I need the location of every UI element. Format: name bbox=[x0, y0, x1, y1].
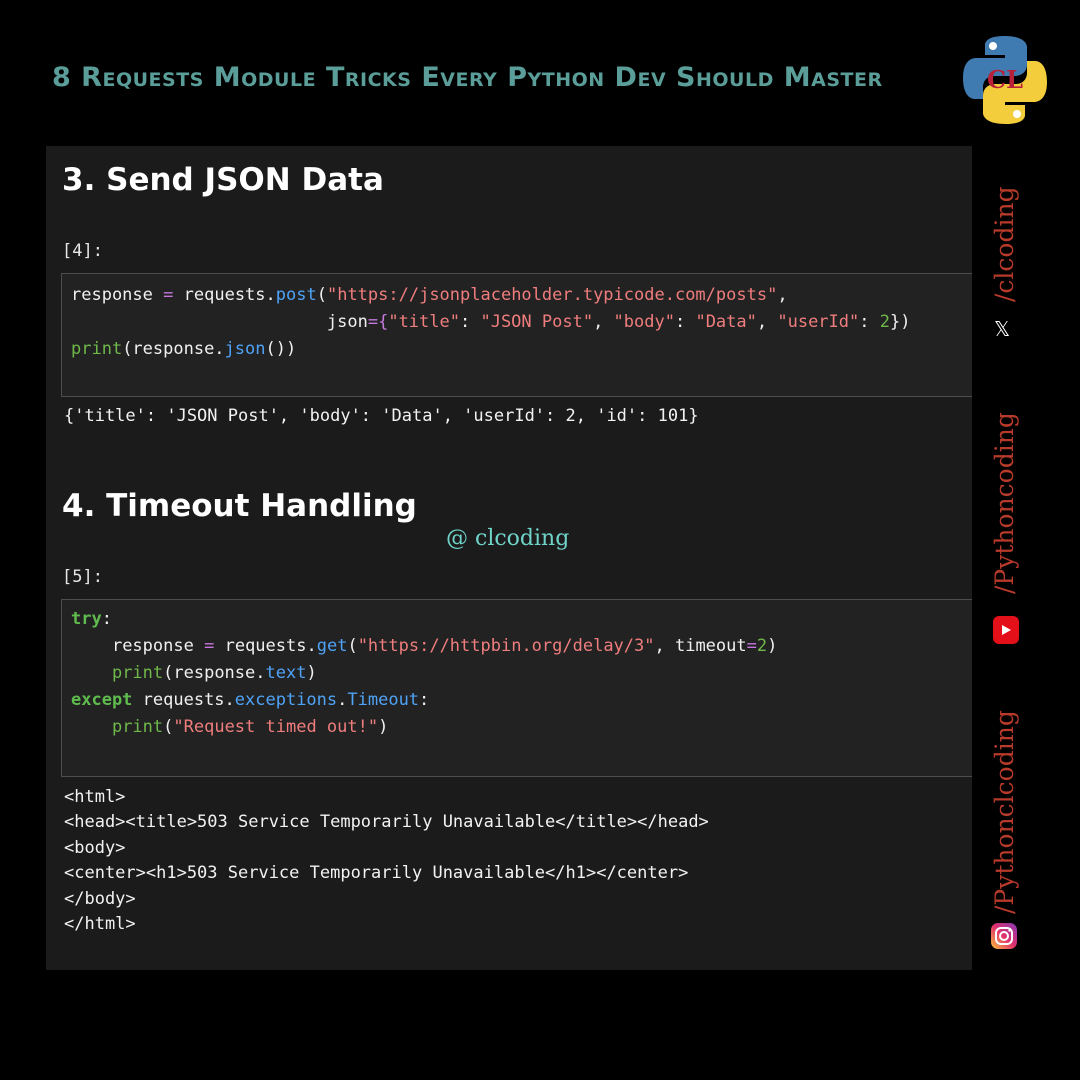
side-handle-x: /clcoding bbox=[990, 186, 1019, 302]
cell-prompt-4: [4]: bbox=[62, 241, 103, 261]
output-line: <center><h1>503 Service Temporarily Unav… bbox=[64, 863, 689, 883]
code-line: print(response.json()) bbox=[71, 339, 297, 359]
code-line: try: bbox=[71, 609, 112, 629]
watermark: @ clcoding bbox=[446, 526, 570, 551]
cell-output-4: {'title': 'JSON Post', 'body': 'Data', '… bbox=[64, 406, 699, 426]
section-heading-timeout: 4. Timeout Handling bbox=[62, 488, 417, 524]
code-cell-4[interactable]: response = requests.post("https://jsonpl… bbox=[61, 273, 972, 397]
code-line: response = requests.post("https://jsonpl… bbox=[71, 285, 788, 305]
output-line: <body> bbox=[64, 838, 126, 858]
instagram-icon[interactable] bbox=[990, 922, 1018, 950]
code-cell-5[interactable]: try: response = requests.get("https://ht… bbox=[61, 599, 972, 777]
youtube-icon[interactable] bbox=[992, 614, 1020, 646]
output-line: </html> bbox=[64, 914, 136, 934]
code-line: response = requests.get("https://httpbin… bbox=[111, 636, 778, 656]
side-handle-instagram: /Pythonclcoding bbox=[990, 710, 1019, 914]
output-line: </body> bbox=[64, 889, 136, 909]
python-logo-icon: CL bbox=[963, 36, 1047, 124]
section-heading-send-json: 3. Send JSON Data bbox=[62, 162, 384, 198]
code-line: print("Request timed out!") bbox=[111, 717, 389, 737]
page-title: 8 Requests Module Tricks Every Python De… bbox=[52, 62, 883, 93]
cell-prompt-5: [5]: bbox=[62, 567, 103, 587]
code-line: except requests.exceptions.Timeout: bbox=[71, 690, 430, 710]
code-line: print(response.text) bbox=[111, 663, 317, 683]
logo-text: CL bbox=[987, 65, 1023, 94]
output-line: <head><title>503 Service Temporarily Una… bbox=[64, 812, 709, 832]
output-line: <html> bbox=[64, 787, 126, 807]
notebook-panel: 3. Send JSON Data [4]: response = reques… bbox=[46, 146, 972, 970]
side-handle-youtube: /Pythoncoding bbox=[990, 412, 1019, 594]
x-icon[interactable]: 𝕏 bbox=[994, 318, 1016, 340]
code-line: json={"title": "JSON Post", "body": "Dat… bbox=[326, 312, 911, 332]
